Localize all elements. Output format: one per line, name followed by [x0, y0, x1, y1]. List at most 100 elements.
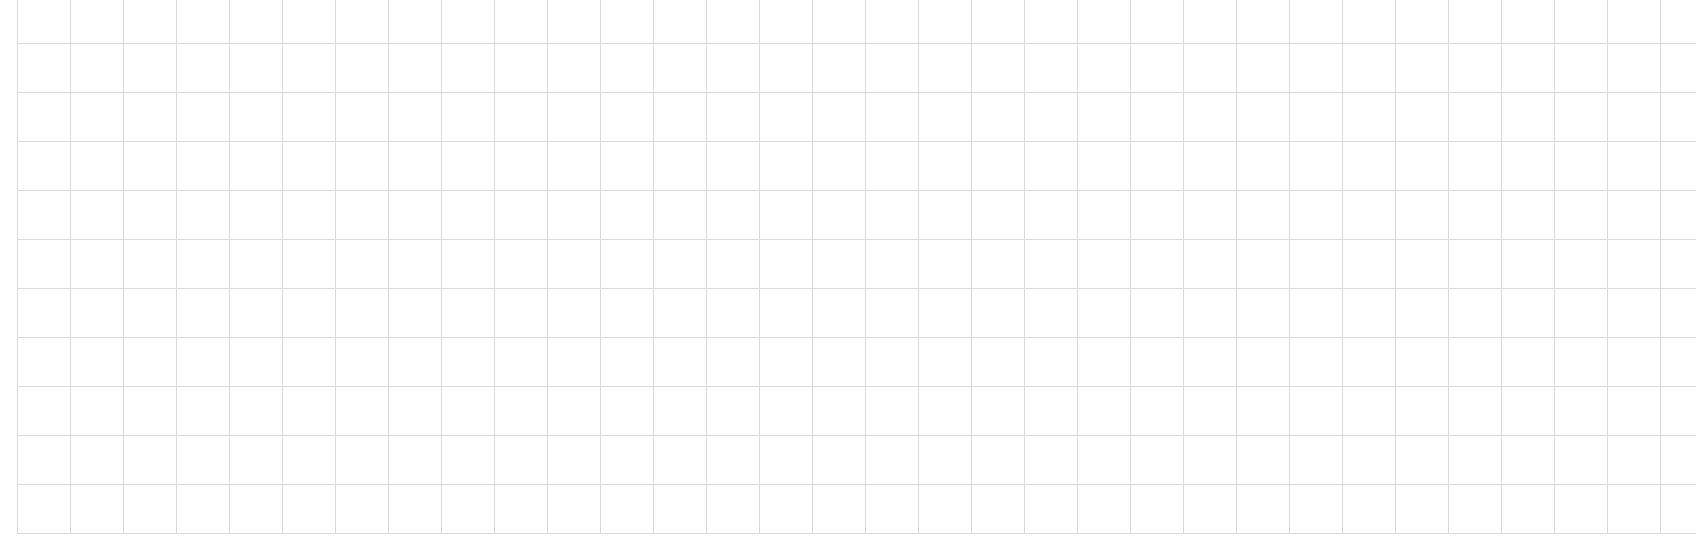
grid-cell[interactable] — [1501, 288, 1555, 338]
grid-cell[interactable] — [1130, 43, 1184, 93]
grid-cell[interactable] — [759, 337, 813, 387]
grid-cell[interactable] — [494, 239, 548, 289]
grid-cell[interactable] — [971, 337, 1025, 387]
grid-cell[interactable] — [918, 337, 972, 387]
grid-cell[interactable] — [17, 337, 71, 387]
grid-cell[interactable] — [653, 0, 707, 44]
grid-cell[interactable] — [971, 190, 1025, 240]
grid-cell[interactable] — [335, 288, 389, 338]
grid-cell[interactable] — [1077, 43, 1131, 93]
grid-cell[interactable] — [1554, 484, 1608, 534]
grid-cell[interactable] — [229, 288, 283, 338]
grid-cell[interactable] — [1236, 239, 1290, 289]
grid-cell[interactable] — [1448, 239, 1502, 289]
grid-cell[interactable] — [1501, 92, 1555, 142]
grid-cell[interactable] — [494, 337, 548, 387]
grid-cell[interactable] — [70, 386, 124, 436]
grid-cell[interactable] — [388, 141, 442, 191]
grid-cell[interactable] — [388, 92, 442, 142]
grid-cell[interactable] — [494, 190, 548, 240]
grid-cell[interactable] — [918, 484, 972, 534]
grid-cell[interactable] — [1289, 337, 1343, 387]
grid-cell[interactable] — [229, 239, 283, 289]
grid-cell[interactable] — [1660, 141, 1696, 191]
grid-cell[interactable] — [1130, 484, 1184, 534]
grid-cell[interactable] — [494, 141, 548, 191]
grid-cell[interactable] — [123, 337, 177, 387]
grid-cell[interactable] — [229, 141, 283, 191]
grid-cell[interactable] — [1448, 0, 1502, 44]
grid-cell[interactable] — [600, 92, 654, 142]
grid-cell[interactable] — [1660, 484, 1696, 534]
grid-cell[interactable] — [388, 386, 442, 436]
grid-cell[interactable] — [1077, 386, 1131, 436]
grid-cell[interactable] — [441, 386, 495, 436]
grid-cell[interactable] — [1554, 239, 1608, 289]
grid-cell[interactable] — [282, 288, 336, 338]
grid-cell[interactable] — [1554, 141, 1608, 191]
grid-cell[interactable] — [653, 43, 707, 93]
grid-cell[interactable] — [1183, 239, 1237, 289]
grid-cell[interactable] — [706, 43, 760, 93]
grid-cell[interactable] — [1130, 386, 1184, 436]
grid-cell[interactable] — [1130, 288, 1184, 338]
grid-cell[interactable] — [1130, 0, 1184, 44]
grid-cell[interactable] — [1289, 288, 1343, 338]
grid-cell[interactable] — [812, 92, 866, 142]
grid-cell[interactable] — [282, 190, 336, 240]
grid-cell[interactable] — [441, 0, 495, 44]
grid-cell[interactable] — [1236, 141, 1290, 191]
grid-cell[interactable] — [1236, 484, 1290, 534]
grid-cell[interactable] — [388, 337, 442, 387]
grid-cell[interactable] — [1607, 239, 1661, 289]
grid-cell[interactable] — [1024, 435, 1078, 485]
grid-cell[interactable] — [1607, 141, 1661, 191]
grid-cell[interactable] — [17, 0, 71, 44]
grid-cell[interactable] — [547, 435, 601, 485]
grid-cell[interactable] — [282, 337, 336, 387]
grid-cell[interactable] — [17, 386, 71, 436]
grid-cell[interactable] — [759, 239, 813, 289]
grid-cell[interactable] — [1183, 337, 1237, 387]
grid-cell[interactable] — [441, 141, 495, 191]
grid-cell[interactable] — [1395, 43, 1449, 93]
grid-cell[interactable] — [1077, 484, 1131, 534]
grid-cell[interactable] — [759, 288, 813, 338]
grid-cell[interactable] — [1289, 92, 1343, 142]
grid-cell[interactable] — [388, 239, 442, 289]
grid-cell[interactable] — [759, 435, 813, 485]
grid-cell[interactable] — [706, 337, 760, 387]
grid-cell[interactable] — [1024, 141, 1078, 191]
grid-cell[interactable] — [1607, 484, 1661, 534]
grid-cell[interactable] — [1342, 239, 1396, 289]
grid-cell[interactable] — [441, 190, 495, 240]
grid-cell[interactable] — [176, 239, 230, 289]
grid-cell[interactable] — [1395, 288, 1449, 338]
grid-cell[interactable] — [1024, 190, 1078, 240]
grid-cell[interactable] — [600, 386, 654, 436]
grid-cell[interactable] — [1342, 386, 1396, 436]
grid-cell[interactable] — [1554, 0, 1608, 44]
grid-cell[interactable] — [600, 435, 654, 485]
grid-cell[interactable] — [1607, 288, 1661, 338]
grid-cell[interactable] — [865, 386, 919, 436]
grid-cell[interactable] — [971, 0, 1025, 44]
grid-cell[interactable] — [17, 288, 71, 338]
grid-cell[interactable] — [70, 43, 124, 93]
grid-cell[interactable] — [1236, 288, 1290, 338]
grid-cell[interactable] — [1289, 239, 1343, 289]
grid-cell[interactable] — [812, 386, 866, 436]
grid-cell[interactable] — [1289, 190, 1343, 240]
grid-cell[interactable] — [176, 0, 230, 44]
grid-cell[interactable] — [282, 92, 336, 142]
grid-cell[interactable] — [388, 435, 442, 485]
grid-cell[interactable] — [123, 386, 177, 436]
grid-cell[interactable] — [1501, 190, 1555, 240]
grid-cell[interactable] — [812, 435, 866, 485]
grid-cell[interactable] — [1660, 190, 1696, 240]
grid-cell[interactable] — [1130, 190, 1184, 240]
grid-cell[interactable] — [865, 288, 919, 338]
grid-cell[interactable] — [282, 484, 336, 534]
grid-cell[interactable] — [1289, 386, 1343, 436]
grid-cell[interactable] — [971, 141, 1025, 191]
